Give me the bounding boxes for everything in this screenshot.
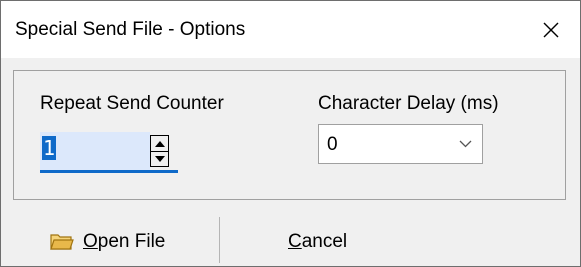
chevron-down-icon bbox=[459, 140, 472, 148]
open-file-button[interactable]: Open File bbox=[50, 227, 165, 257]
close-button[interactable] bbox=[522, 1, 580, 58]
spin-up-button[interactable] bbox=[151, 136, 168, 152]
button-divider bbox=[219, 217, 220, 263]
spin-buttons bbox=[150, 135, 169, 167]
open-file-label-rest: pen File bbox=[97, 231, 166, 252]
title-bar: Special Send File - Options bbox=[1, 1, 580, 58]
repeat-send-counter-label: Repeat Send Counter bbox=[40, 93, 224, 114]
cancel-button[interactable]: Cancel bbox=[288, 227, 347, 257]
focus-underline bbox=[40, 170, 178, 173]
options-group: Repeat Send Counter Character Delay (ms)… bbox=[13, 70, 566, 200]
character-delay-value: 0 bbox=[327, 134, 338, 155]
close-icon bbox=[543, 22, 559, 37]
triangle-up-icon bbox=[154, 140, 165, 147]
open-file-label: Open File bbox=[83, 231, 165, 253]
cancel-mnemonic: C bbox=[288, 231, 302, 252]
repeat-send-counter-value: 1 bbox=[42, 136, 57, 160]
triangle-down-icon bbox=[154, 155, 165, 162]
repeat-send-counter-input[interactable]: 1 bbox=[40, 132, 150, 170]
options-dialog: Special Send File - Options Repeat Send … bbox=[0, 0, 581, 267]
folder-icon bbox=[50, 234, 74, 250]
cancel-label: Cancel bbox=[288, 231, 347, 253]
repeat-send-counter-spinner: 1 bbox=[40, 132, 178, 174]
dialog-title: Special Send File - Options bbox=[15, 19, 246, 40]
open-file-mnemonic: O bbox=[83, 231, 98, 252]
character-delay-select[interactable]: 0 bbox=[318, 124, 483, 164]
cancel-label-rest: ancel bbox=[301, 231, 348, 252]
spin-down-button[interactable] bbox=[151, 151, 168, 166]
character-delay-label: Character Delay (ms) bbox=[318, 93, 499, 114]
